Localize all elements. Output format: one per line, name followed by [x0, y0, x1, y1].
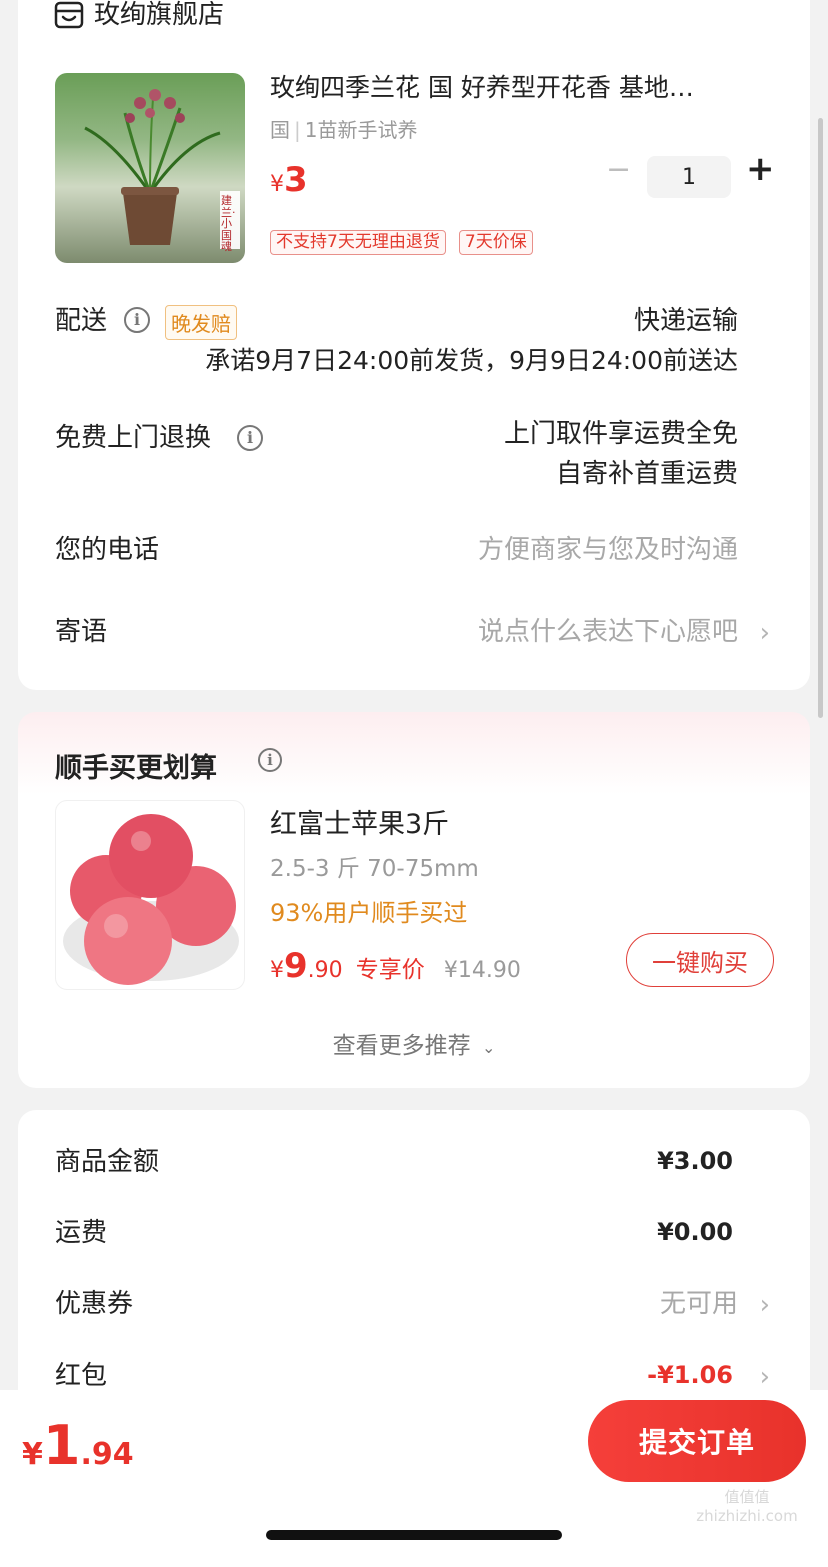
- no-return-tag: 不支持7天无理由退货: [270, 230, 446, 255]
- product-spec[interactable]: 国 | 1苗新手试养: [270, 114, 417, 143]
- chevron-right-icon[interactable]: ›: [760, 1362, 770, 1392]
- recommend-price: ¥9.90 专享价 ¥14.90: [270, 946, 521, 986]
- home-indicator[interactable]: [266, 1530, 562, 1540]
- info-icon[interactable]: i: [258, 748, 282, 772]
- plus-button[interactable]: +: [746, 152, 775, 186]
- minus-button[interactable]: −: [606, 155, 631, 185]
- delivery-promise: 承诺9月7日24:00前发货，9月9日24:00前送达: [205, 346, 738, 375]
- service-tags: 不支持7天无理由退货 7天价保: [270, 230, 533, 255]
- price-note: 专享价: [355, 957, 425, 983]
- price-int: 9: [284, 946, 308, 986]
- return-line-2: 自寄补首重运费: [555, 459, 738, 489]
- one-click-buy-button[interactable]: 一键购买: [626, 933, 774, 987]
- product-price: ¥3: [270, 160, 308, 200]
- currency-symbol: ¥: [22, 1437, 43, 1472]
- phone-label: 您的电话: [55, 535, 160, 565]
- summary-card: 商品金额 ¥3.00 运费 ¥0.00 优惠券 无可用 › 红包 -¥1.06 …: [18, 1110, 810, 1430]
- phone-input[interactable]: 方便商家与您及时沟通: [478, 537, 738, 563]
- chevron-right-icon[interactable]: ›: [760, 1290, 770, 1320]
- product-title[interactable]: 玫绚四季兰花 国 好养型开花香 基地…: [270, 75, 694, 100]
- quantity-value[interactable]: 1: [647, 156, 731, 198]
- recommend-social-proof: 93%用户顺手买过: [270, 899, 468, 927]
- late-compensation-badge: 晚发赔: [165, 305, 237, 340]
- delivery-method[interactable]: 快递运输: [634, 308, 738, 334]
- coupon-label: 优惠券: [55, 1289, 134, 1319]
- orchid-illustration: [84, 89, 240, 249]
- recommend-item-spec: 2.5-3 斤 70-75mm: [270, 856, 479, 882]
- image-caption: 建兰·小国魂: [221, 194, 236, 254]
- spec-prefix: 国: [270, 118, 290, 142]
- info-icon[interactable]: i: [237, 425, 263, 451]
- red-packet-value[interactable]: -¥1.06: [647, 1363, 733, 1387]
- message-input[interactable]: 说点什么表达下心愿吧: [478, 619, 738, 645]
- return-service-label: 免费上门退换: [55, 423, 212, 453]
- currency-symbol: ¥: [270, 958, 284, 983]
- product-image[interactable]: 建兰·小国魂: [55, 73, 245, 263]
- total-price: ¥1.94: [22, 1414, 134, 1477]
- subtotal-label: 商品金额: [55, 1147, 160, 1177]
- apple-image[interactable]: [55, 800, 245, 990]
- original-price: ¥14.90: [443, 958, 521, 983]
- chevron-right-icon[interactable]: ›: [760, 618, 770, 648]
- see-more-recommendations[interactable]: 查看更多推荐 ⌄: [18, 1026, 810, 1060]
- total-int: 1: [42, 1414, 81, 1477]
- info-icon[interactable]: i: [124, 307, 150, 333]
- coupon-value[interactable]: 无可用: [660, 1291, 738, 1317]
- total-dec: .94: [80, 1437, 134, 1472]
- spec-text: 1苗新手试养: [304, 118, 418, 142]
- price-protect-tag: 7天价保: [458, 230, 533, 255]
- shop-name[interactable]: 玫绚旗舰店: [94, 2, 224, 28]
- store-icon: [54, 1, 84, 29]
- shipping-value: ¥0.00: [657, 1218, 733, 1246]
- message-label: 寄语: [55, 617, 108, 647]
- recommend-item-name[interactable]: 红富士苹果3斤: [270, 802, 449, 841]
- price-dec: .90: [307, 958, 343, 983]
- submit-order-button[interactable]: 提交订单: [588, 1400, 806, 1482]
- see-more-label: 查看更多推荐: [332, 1033, 471, 1059]
- recommend-card: 顺手买更划算 i 红富士苹果3斤 2.5-3 斤 70-75mm 93%用户顺手…: [18, 712, 810, 1088]
- bottom-bar: ¥1.94 提交订单 值值值 zhizhizhi.com: [0, 1390, 828, 1567]
- recommend-title: 顺手买更划算: [55, 753, 217, 784]
- apple-illustration: [63, 814, 239, 985]
- red-packet-label: 红包: [55, 1361, 108, 1391]
- watermark: 值值值 zhizhizhi.com: [696, 1488, 798, 1525]
- order-card: 玫绚旗舰店 建兰·小国魂 玫绚四季兰花 国 好养型开花香 基地… 国 | 1苗新手试…: [18, 0, 810, 690]
- subtotal-value: ¥3.00: [657, 1147, 733, 1175]
- shipping-label: 运费: [55, 1218, 108, 1248]
- price-value: 3: [284, 160, 308, 200]
- currency-symbol: ¥: [270, 172, 284, 197]
- chevron-down-icon: ⌄: [481, 1038, 496, 1057]
- delivery-label: 配送: [55, 306, 108, 336]
- scrollbar[interactable]: [818, 118, 823, 718]
- return-line-1: 上门取件享运费全免: [503, 419, 738, 449]
